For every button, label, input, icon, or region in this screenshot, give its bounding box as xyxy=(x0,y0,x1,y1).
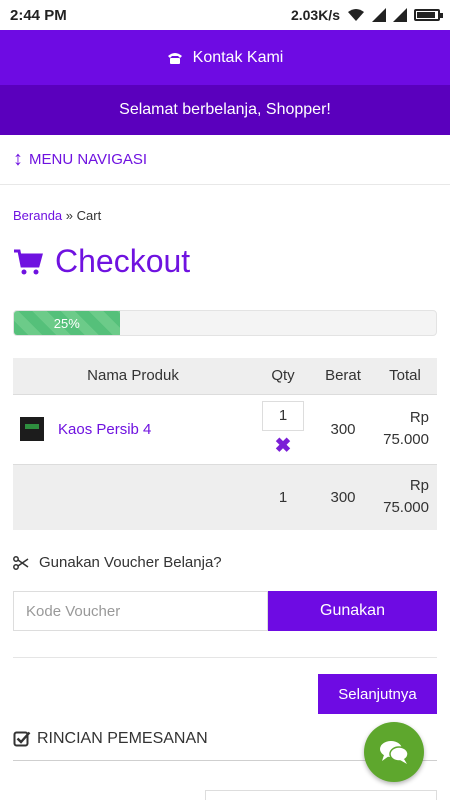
summary-row: 1 300 Rp 75.000 xyxy=(13,463,437,530)
welcome-bar: Selamat berbelanja, Shopper! xyxy=(0,85,450,135)
progress-fill: 25% xyxy=(14,311,120,335)
product-name-link[interactable]: Kaos Persib 4 xyxy=(58,421,151,438)
quantity-input[interactable]: 1 xyxy=(262,400,304,431)
welcome-text: Selamat berbelanja, Shopper! xyxy=(119,101,331,118)
status-time: 2:44 PM xyxy=(10,6,67,24)
remove-item-icon[interactable]: ✖ xyxy=(253,433,313,458)
scissors-icon xyxy=(13,555,29,570)
menu-navigation-toggle[interactable]: ↕ MENU NAVIGASI xyxy=(0,135,450,185)
voucher-code-input[interactable] xyxy=(13,591,268,631)
total-amount: 75.000 xyxy=(383,431,429,448)
status-bar: 2:44 PM 2.03K/s xyxy=(0,0,450,30)
breadcrumb-separator: » xyxy=(65,208,74,223)
menu-label: MENU NAVIGASI xyxy=(29,151,148,168)
voucher-form: Gunakan xyxy=(13,591,437,631)
voucher-toggle[interactable]: Gunakan Voucher Belanja? xyxy=(13,554,437,571)
weight-cell: 300 xyxy=(330,420,356,438)
contact-bar[interactable]: Kontak Kami xyxy=(0,30,450,85)
summary-total: Rp 75.000 xyxy=(373,463,437,530)
wifi-icon xyxy=(348,9,364,21)
battery-icon xyxy=(414,9,443,21)
page-title-row: Checkout xyxy=(13,243,437,280)
order-details-field[interactable] xyxy=(205,790,437,800)
status-icons: 2.03K/s xyxy=(290,7,443,23)
qty-cell: 1 ✖ xyxy=(253,394,313,464)
breadcrumb-home-link[interactable]: Beranda xyxy=(13,208,62,223)
signal-icon-2 xyxy=(393,8,407,22)
summary-currency: Rp xyxy=(409,477,429,495)
shopping-cart-icon xyxy=(14,249,43,274)
check-square-icon xyxy=(13,731,31,747)
table-header-row: Nama Produk Qty Berat Total xyxy=(13,358,437,395)
summary-amount: 75.000 xyxy=(383,499,429,517)
total-cell: Rp 75.000 xyxy=(373,394,437,464)
breadcrumb: Beranda » Cart xyxy=(13,208,437,223)
summary-empty-cell xyxy=(13,463,253,530)
next-button[interactable]: Selanjutnya xyxy=(318,674,437,714)
order-details-label: RINCIAN PEMESANAN xyxy=(37,730,208,747)
chat-button[interactable] xyxy=(364,722,424,782)
vertical-arrows-icon: ↕ xyxy=(13,148,23,170)
breadcrumb-current: Cart xyxy=(76,208,102,223)
phone-icon xyxy=(167,52,182,64)
signal-icon xyxy=(372,8,386,22)
page-title: Checkout xyxy=(55,243,191,279)
header-qty: Qty xyxy=(253,358,313,395)
checkout-progress-bar: 25% xyxy=(13,310,437,336)
summary-weight: 300 xyxy=(313,463,373,530)
summary-qty: 1 xyxy=(253,463,313,530)
product-thumbnail[interactable] xyxy=(20,417,44,441)
network-speed: 2.03K/s xyxy=(290,7,340,23)
table-row: Kaos Persib 4 1 ✖ 300 Rp 75.000 xyxy=(13,394,437,464)
voucher-label: Gunakan Voucher Belanja? xyxy=(39,554,222,571)
next-row: Selanjutnya xyxy=(13,674,437,714)
cart-table: Nama Produk Qty Berat Total Kaos Persib … xyxy=(13,358,437,530)
apply-voucher-button[interactable]: Gunakan xyxy=(268,591,437,631)
product-cell: Kaos Persib 4 xyxy=(13,394,253,464)
progress-label: 25% xyxy=(53,315,80,331)
divider xyxy=(13,657,437,658)
chat-bubbles-icon xyxy=(380,741,409,764)
header-weight: Berat xyxy=(313,358,373,395)
main-content: Beranda » Cart Checkout 25% Nama Produk … xyxy=(0,208,450,761)
contact-label: Kontak Kami xyxy=(192,48,284,66)
header-total: Total xyxy=(373,358,437,395)
header-product-name: Nama Produk xyxy=(13,358,253,395)
total-currency: Rp xyxy=(409,409,429,426)
